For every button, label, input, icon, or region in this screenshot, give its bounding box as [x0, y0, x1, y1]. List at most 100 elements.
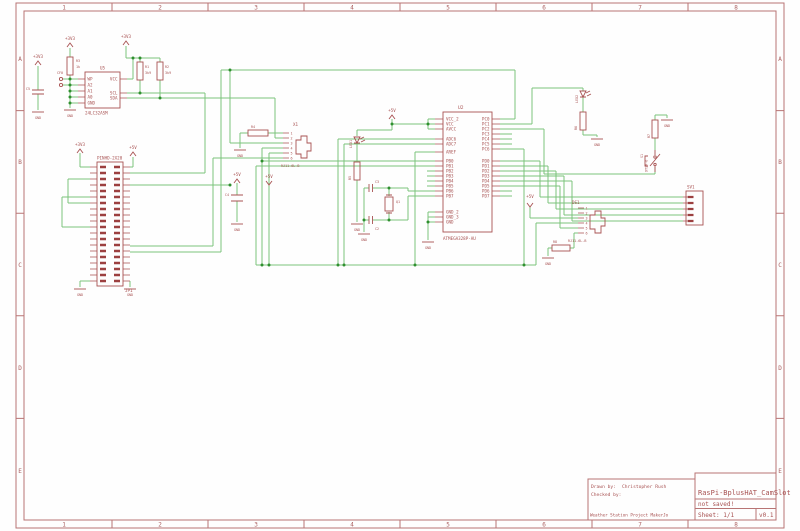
resistor-r5[interactable]: R5: [348, 162, 360, 180]
svg-text:3: 3: [291, 141, 293, 145]
svg-text:1: 1: [291, 131, 293, 135]
svg-text:5: 5: [586, 226, 588, 230]
svg-text:6: 6: [586, 231, 588, 235]
power-flags[interactable]: +3V3 +3V3 +3V3 +3V3 +5V +5V +5V +5V +5V: [33, 34, 534, 207]
svg-text:R2: R2: [165, 65, 169, 69]
svg-text:1k: 1k: [76, 65, 80, 69]
resistor-r2[interactable]: R2 3k9: [157, 62, 171, 80]
frame-row-label: D: [18, 365, 22, 372]
svg-text:GND: GND: [354, 228, 360, 232]
svg-text:A1: A1: [88, 89, 94, 94]
connector-sv1[interactable]: SV1: [683, 185, 703, 226]
frame-column-label: 8: [734, 5, 738, 12]
crystal-q1[interactable]: Q1: [385, 195, 400, 213]
svg-text:GND: GND: [425, 246, 431, 250]
frame-column-label: 7: [638, 5, 642, 12]
resistor-r4[interactable]: R4: [248, 125, 268, 136]
frame-column-label: 6: [542, 522, 546, 529]
mcu-designator: U2: [458, 105, 464, 111]
capacitor-c2[interactable]: C2: [369, 216, 379, 231]
svg-text:GND: GND: [67, 114, 73, 118]
supply-arrow-icon: [130, 152, 136, 156]
frame-column-label: 2: [158, 522, 162, 529]
frame-column-label: 7: [638, 522, 642, 529]
svg-text:GND: GND: [446, 220, 454, 225]
svg-text:3k9: 3k9: [145, 71, 151, 75]
svg-text:2: 2: [586, 211, 588, 215]
supply-5v-label: +5V: [129, 145, 137, 150]
svg-text:AREF: AREF: [446, 150, 457, 155]
net-wire: [256, 119, 435, 265]
svg-text:A2: A2: [88, 83, 94, 88]
svg-text:PD7: PD7: [482, 194, 490, 199]
jumper-pad[interactable]: [59, 83, 62, 86]
save-status: not saved!: [698, 501, 734, 508]
frame-row-label: E: [18, 468, 22, 475]
resistor-r1[interactable]: R1 3k9: [137, 62, 151, 80]
frame-column-label: 1: [62, 522, 66, 529]
eeprom-designator: U5: [100, 66, 106, 71]
frame-row-label: E: [778, 468, 782, 475]
svg-text:GND: GND: [234, 228, 240, 232]
svg-text:2: 2: [291, 136, 293, 140]
svg-text:GND: GND: [237, 154, 243, 158]
title-block[interactable]: Drawn by: Christopher Rush Checked by: W…: [588, 473, 791, 520]
pi-header-jp1[interactable]: PINHD-2X20 JP1: [90, 156, 133, 294]
svg-text:GND: GND: [545, 262, 551, 266]
svg-text:3: 3: [586, 216, 588, 220]
capacitor-c4[interactable]: C4: [225, 193, 243, 201]
svg-text:R1: R1: [145, 65, 149, 69]
svg-text:GND: GND: [664, 124, 670, 128]
frame-column-label: 1: [62, 5, 66, 12]
net-wires[interactable]: [38, 46, 683, 287]
supply-arrow-icon: [77, 149, 83, 153]
supply-5v-label: +5V: [233, 172, 241, 177]
svg-text:LED1: LED1: [349, 140, 353, 148]
svg-text:AVCC: AVCC: [446, 127, 457, 132]
svg-text:ADC7: ADC7: [446, 142, 457, 147]
svg-text:GND: GND: [88, 101, 96, 106]
resistor-r3[interactable]: R3 1k: [67, 57, 80, 75]
connector-designator: SV1: [687, 185, 695, 190]
supply-arrow-icon: [35, 61, 41, 65]
net-wire: [237, 133, 283, 265]
supply-arrow-icon: [389, 115, 395, 119]
supply-5v-label: +5V: [265, 174, 273, 179]
drawn-by-value: Christopher Rush: [622, 484, 666, 490]
frame-column-label: 8: [734, 522, 738, 529]
frame-row-label: B: [778, 159, 782, 166]
svg-text:LED2: LED2: [575, 95, 579, 103]
svg-text:WP: WP: [88, 77, 94, 82]
frame-column-label: 2: [158, 5, 162, 12]
project-name: Weather Station Project MakerJo: [590, 513, 669, 518]
mcu-part: ATMEGA328P-AU: [443, 236, 476, 241]
tact-switch-s1[interactable]: S1 DTSM-6: [640, 150, 660, 172]
frame-column-label: 3: [254, 522, 258, 529]
pi-header-part: PINHD-2X20: [97, 156, 123, 161]
sheet-number: Sheet: 1/1: [698, 512, 735, 519]
svg-text:PC6: PC6: [482, 147, 490, 152]
net-wire: [256, 115, 667, 265]
svg-text:1: 1: [586, 206, 588, 210]
frame-row-label: A: [18, 56, 22, 63]
mcu-u2[interactable]: U2 ATMEGA328P-AU VCC_2 VCC AVCC ADC6 ADC…: [435, 105, 500, 241]
capacitor-c5[interactable]: C5: [26, 87, 44, 94]
svg-text:R6: R6: [574, 126, 578, 130]
resistor-r6[interactable]: R6: [574, 112, 586, 130]
svg-text:GND: GND: [127, 293, 133, 297]
frame-row-label: B: [18, 159, 22, 166]
svg-text:R3: R3: [76, 59, 80, 63]
frame-column-label: 5: [446, 522, 450, 529]
svg-text:C3: C3: [375, 180, 379, 184]
resistor-r7[interactable]: R7: [647, 120, 658, 138]
jack-part: RJ11-6L-B: [568, 239, 586, 243]
svg-text:R4: R4: [251, 125, 255, 129]
frame-row-label: D: [778, 365, 782, 372]
sheet-frame: 1 2 3 4 5 6 7 8 1 2 3 4 5 6 7 8 A B C D …: [16, 3, 784, 529]
jumper-pad[interactable]: [59, 77, 62, 80]
capacitor-c3[interactable]: C3: [369, 180, 379, 192]
svg-text:4: 4: [291, 146, 293, 150]
version-label: v0.1: [759, 512, 774, 519]
svg-text:6: 6: [291, 156, 293, 160]
supply-3v3-label: +3V3: [65, 36, 76, 41]
